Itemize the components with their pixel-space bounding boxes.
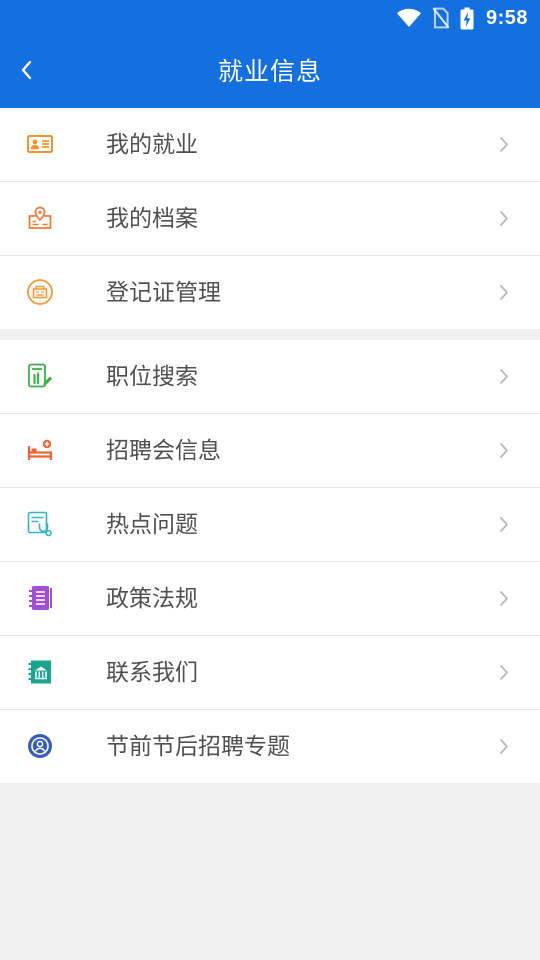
menu-group-services: 职位搜索 招聘会信息 热点问题 政策法规 联系我们 节前节后招聘专题 [0,340,540,783]
chevron-right-icon [498,368,510,385]
chevron-right-icon [498,284,510,301]
menu-item-registration-management[interactable]: 登记证管理 [0,256,540,329]
app-header: 就业信息 [0,36,540,108]
menu-item-label: 职位搜索 [106,363,198,389]
menu-item-contact-us[interactable]: 联系我们 [0,636,540,710]
job-fair-icon [26,436,54,464]
job-search-icon [26,362,54,390]
menu-item-label: 联系我们 [106,659,198,685]
status-time: 9:58 [485,6,528,29]
chevron-right-icon [498,516,510,533]
id-card-icon [26,130,54,158]
menu-item-holiday-recruitment[interactable]: 节前节后招聘专题 [0,710,540,783]
menu-item-label: 登记证管理 [106,279,221,305]
menu-item-label: 政策法规 [106,585,198,611]
chevron-right-icon [498,590,510,607]
menu-item-job-fair-info[interactable]: 招聘会信息 [0,414,540,488]
policy-notebook-icon [26,584,54,612]
menu-item-label: 招聘会信息 [106,437,221,463]
menu-item-job-search[interactable]: 职位搜索 [0,340,540,414]
menu-item-hot-questions[interactable]: 热点问题 [0,488,540,562]
registration-certificate-icon [26,278,54,306]
chevron-right-icon [498,210,510,227]
menu-item-label: 热点问题 [106,511,198,537]
menu-item-my-employment[interactable]: 我的就业 [0,108,540,182]
no-sim-icon [432,7,450,29]
menu-item-label: 节前节后招聘专题 [106,733,290,759]
chevron-right-icon [498,442,510,459]
hot-questions-icon [26,510,54,538]
menu-item-label: 我的档案 [106,205,198,231]
group-separator [0,329,540,340]
battery-charging-icon [460,7,474,30]
archive-location-icon [26,204,54,232]
chevron-right-icon [498,664,510,681]
chevron-right-icon [498,136,510,153]
top-bar: 9:58 就业信息 [0,0,540,108]
menu-item-my-archive[interactable]: 我的档案 [0,182,540,256]
menu-group-records: 我的就业 我的档案 登记证管理 [0,108,540,329]
chevron-right-icon [498,738,510,755]
wifi-icon [396,8,422,28]
status-bar: 9:58 [0,0,540,36]
menu-item-policies-regulations[interactable]: 政策法规 [0,562,540,636]
menu-item-label: 我的就业 [106,131,198,157]
contact-building-icon [26,658,54,686]
page-title: 就业信息 [217,58,322,86]
holiday-recruitment-icon [26,732,54,760]
